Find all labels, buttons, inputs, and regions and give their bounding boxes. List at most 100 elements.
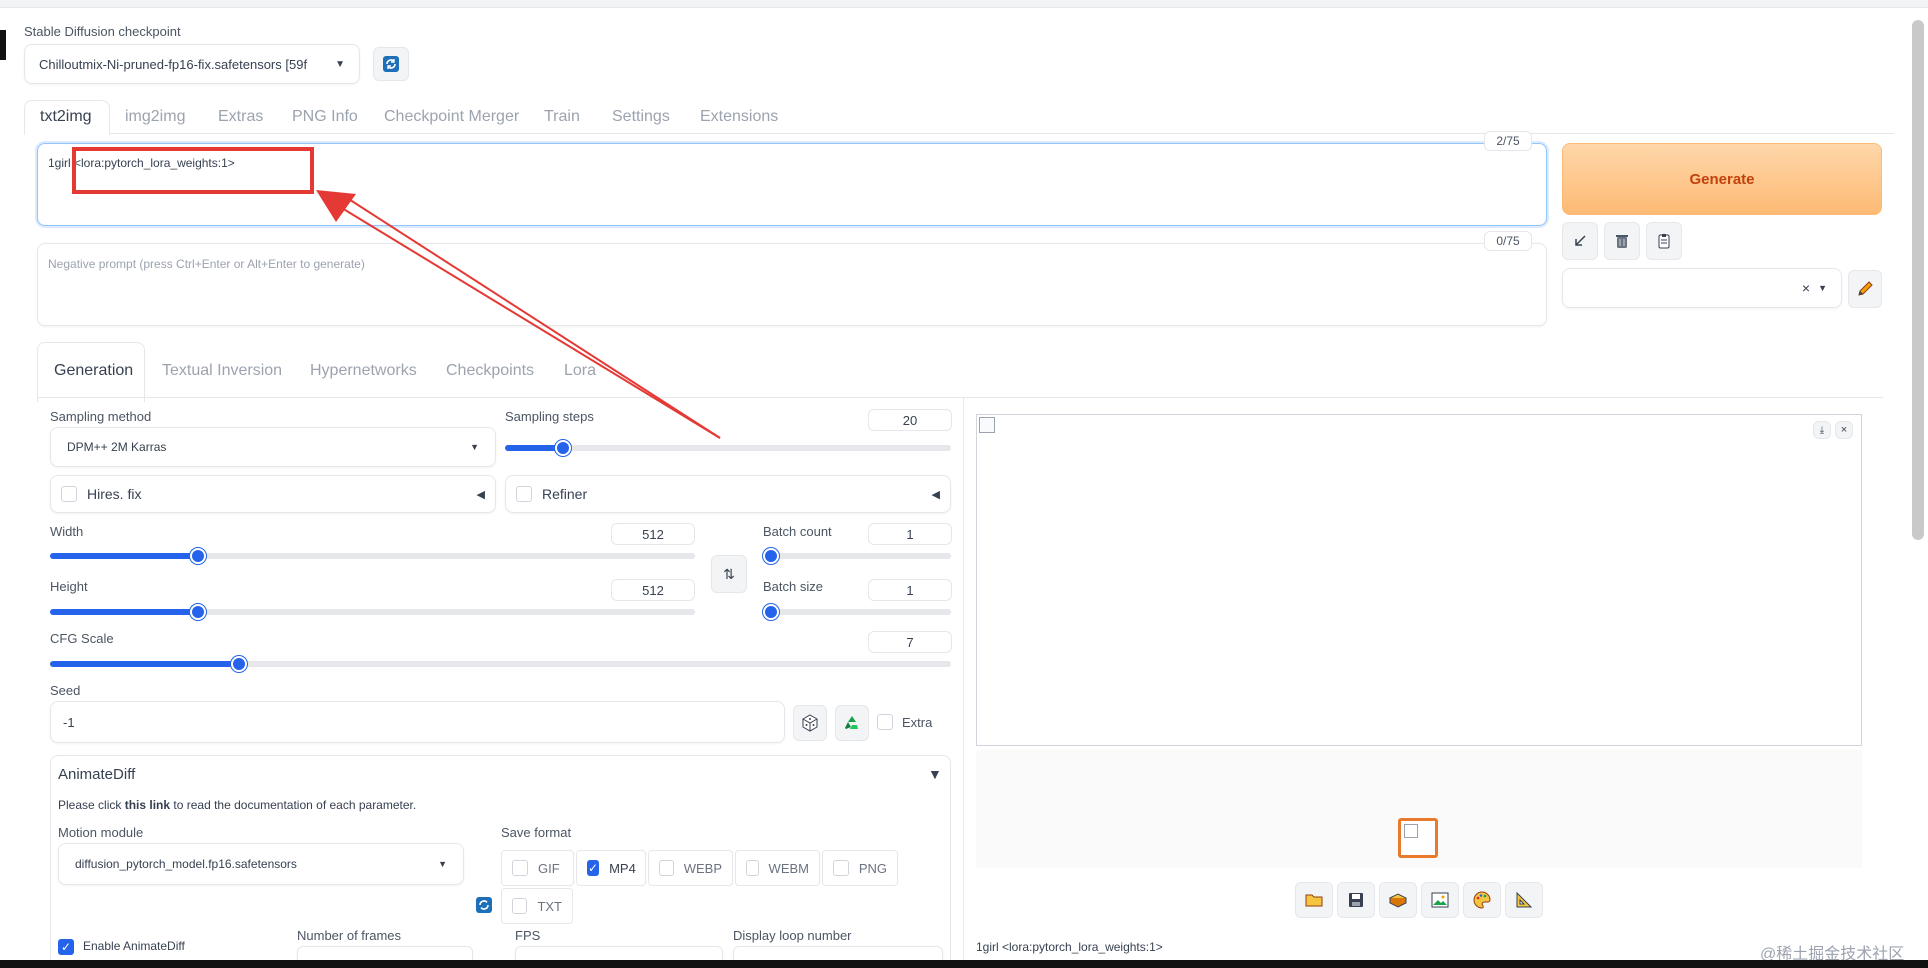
batch-size-slider[interactable] [763,604,951,620]
read-params-button[interactable] [1562,222,1598,260]
tab-txt2img[interactable]: txt2img [40,108,92,134]
recycle-icon [845,716,858,729]
motion-module-select[interactable]: diffusion_pytorch_model.fp16.safetensors… [58,843,464,885]
width-input[interactable]: 512 [611,523,695,545]
dice-icon [802,714,818,732]
send-to-inpaint-button[interactable] [1463,882,1501,918]
frames-label: Number of frames [297,928,402,943]
doc-link[interactable]: this link [125,798,170,812]
arrow-icon [1575,235,1586,246]
format-mp4-checkbox[interactable]: ✓ [587,860,600,876]
subtab-textual-inversion[interactable]: Textual Inversion [162,362,282,380]
extra-seed-checkbox[interactable] [877,714,893,730]
cfg-scale-slider[interactable] [50,656,951,672]
zip-icon [1389,893,1407,908]
open-folder-button[interactable] [1295,882,1333,918]
clear-prompt-button[interactable] [1604,222,1640,260]
height-input[interactable]: 512 [611,579,695,601]
format-webm-checkbox[interactable] [746,860,759,876]
animatediff-title[interactable]: AnimateDiff [58,766,135,783]
pencil-icon [1858,281,1873,296]
tab-settings[interactable]: Settings [612,108,670,134]
format-webm[interactable]: WEBM [735,850,820,886]
hires-fix-accordion[interactable]: Hires. fix ◀ [50,475,496,513]
format-txt[interactable]: TXT [501,888,573,924]
tab-extensions[interactable]: Extensions [700,108,778,134]
batch-count-label: Batch count [763,524,832,539]
subtab-generation[interactable]: Generation [54,362,133,380]
clear-styles-icon[interactable]: × [1802,280,1810,296]
refresh-motion-module-button[interactable] [474,895,494,915]
edit-styles-button[interactable] [1848,270,1882,308]
refresh-icon [476,897,492,913]
zip-button[interactable] [1379,882,1417,918]
tab-png-info[interactable]: PNG Info [292,108,358,134]
format-mp4[interactable]: ✓ MP4 [576,850,646,886]
format-png-label: PNG [858,860,887,876]
thumbnail-item[interactable] [1398,818,1438,858]
tab-img2img[interactable]: img2img [125,108,185,134]
width-slider[interactable] [50,548,695,564]
annotation-arrow-icon [316,190,721,439]
random-seed-button[interactable] [793,705,827,741]
doc-prefix: Please click [58,798,125,812]
chevron-down-icon: ▼ [335,58,345,70]
seed-input[interactable]: -1 [50,701,785,743]
format-png-checkbox[interactable] [833,860,849,876]
negative-prompt-textarea[interactable]: Negative prompt (press Ctrl+Enter or Alt… [37,243,1547,326]
chevron-down-icon: ▼ [1818,283,1827,293]
motion-module-value: diffusion_pytorch_model.fp16.safetensors [75,857,297,871]
save-image-button[interactable] [1337,882,1375,918]
format-png[interactable]: PNG [822,850,898,886]
hires-fix-checkbox[interactable] [61,486,77,502]
close-icon: × [1840,424,1848,436]
window-edge [0,30,6,60]
motion-module-label: Motion module [58,825,144,840]
caret-left-icon: ◀ [931,488,940,501]
format-webp-checkbox[interactable] [659,860,674,876]
format-txt-checkbox[interactable] [512,898,528,914]
save-icon [1349,893,1363,907]
cfg-scale-input[interactable]: 7 [868,631,952,653]
tab-train[interactable]: Train [544,108,580,134]
sampling-method-label: Sampling method [50,409,152,424]
animatediff-doc-text: Please click this link to read the docum… [58,798,416,812]
format-webm-label: WEBM [768,860,809,876]
generate-button[interactable]: Generate [1562,143,1882,215]
sampling-steps-input[interactable]: 20 [868,409,952,431]
image-icon [1431,892,1449,908]
send-to-extras-button[interactable] [1505,882,1543,918]
swap-dimensions-button[interactable]: ⇅ [711,555,747,593]
close-gallery-button[interactable]: × [1835,421,1853,439]
height-slider[interactable] [50,604,695,620]
hires-fix-label: Hires. fix [87,486,142,502]
batch-size-input[interactable]: 1 [868,579,952,601]
format-webp-label: WEBP [683,860,722,876]
tab-checkpoint-merger[interactable]: Checkpoint Merger [384,108,519,134]
refiner-accordion[interactable]: Refiner ◀ [505,475,951,513]
download-button[interactable]: ⤓ [1813,421,1831,439]
page-scrollbar[interactable] [1912,20,1924,540]
taskbar-strip [0,960,1928,968]
format-gif[interactable]: GIF [501,850,574,886]
width-label: Width [50,524,84,539]
send-to-img2img-button[interactable] [1421,882,1459,918]
refresh-checkpoint-button[interactable] [373,47,409,81]
batch-count-input[interactable]: 1 [868,523,952,545]
batch-count-slider[interactable] [763,548,951,564]
checkpoint-label: Stable Diffusion checkpoint [24,24,181,39]
styles-select[interactable]: × ▼ [1562,268,1842,308]
enable-animatediff-checkbox[interactable]: ✓ [58,939,74,955]
refiner-checkbox[interactable] [516,486,532,502]
paste-button[interactable] [1646,222,1682,260]
reuse-seed-button[interactable] [835,705,869,741]
broken-image-icon [979,417,995,433]
format-gif-checkbox[interactable] [512,860,528,876]
format-webp[interactable]: WEBP [648,850,733,886]
tab-extras[interactable]: Extras [218,108,263,134]
checkpoint-select[interactable]: Chilloutmix-Ni-pruned-fp16-fix.safetenso… [24,44,360,84]
collapse-icon[interactable]: ▼ [928,766,942,782]
extra-seed-label: Extra [902,715,933,730]
clipboard-icon [1658,234,1670,249]
generate-label: Generate [1689,170,1755,188]
